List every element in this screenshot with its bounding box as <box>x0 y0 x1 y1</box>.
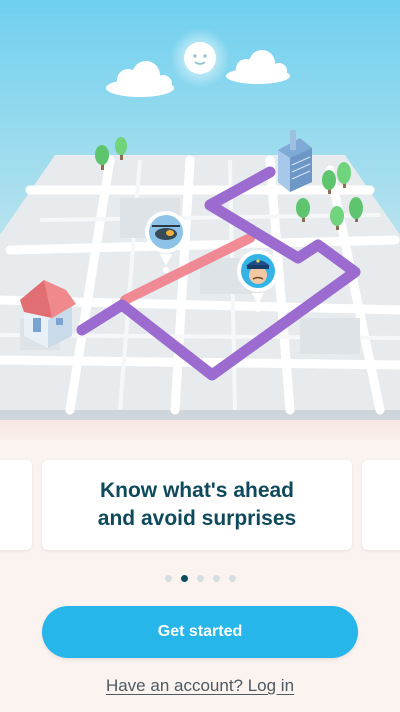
carousel-card-next[interactable] <box>362 460 400 550</box>
page-dot-active <box>180 575 188 582</box>
login-link[interactable]: Have an account? Log in <box>0 676 400 696</box>
get-started-button[interactable]: Get started <box>42 606 358 658</box>
headline-line-2: and avoid surprises <box>97 507 297 530</box>
onboarding-screen: Know what's ahead and avoid surprises Ge… <box>0 0 400 712</box>
hero-illustration <box>0 0 400 440</box>
sun-icon <box>170 28 230 88</box>
page-dot <box>164 575 172 582</box>
page-dot <box>212 575 220 582</box>
onboarding-carousel[interactable]: Know what's ahead and avoid surprises <box>0 460 400 552</box>
carousel-card-previous[interactable] <box>0 460 32 550</box>
carousel-card-current[interactable]: Know what's ahead and avoid surprises <box>42 460 352 550</box>
page-dot <box>228 575 236 582</box>
page-indicator <box>0 575 400 585</box>
headline-line-1: Know what's ahead <box>99 479 295 502</box>
page-dot <box>196 575 204 582</box>
